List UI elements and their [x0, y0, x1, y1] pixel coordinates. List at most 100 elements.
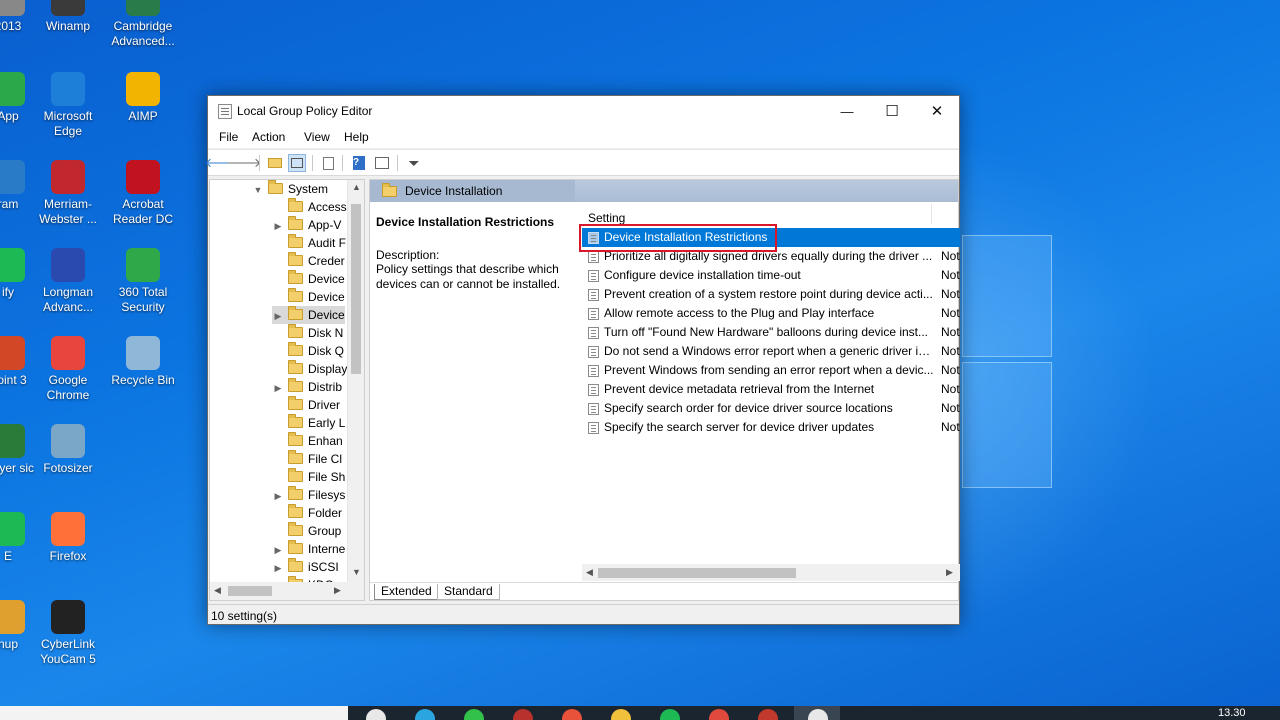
help-icon[interactable]: ? [350, 154, 368, 172]
folder-icon [288, 324, 303, 338]
setting-row[interactable]: Allow remote access to the Plug and Play… [582, 304, 960, 323]
setting-row[interactable]: Specify the search server for device dri… [582, 418, 960, 437]
menu-view[interactable]: View [304, 130, 330, 144]
desktop-icon[interactable]: 360 Total Security [105, 248, 181, 315]
close-button[interactable]: ✕ [914, 96, 960, 126]
tree-node-system[interactable]: ▼ System [252, 180, 328, 198]
expand-arrow-icon[interactable]: ▶ [272, 307, 284, 325]
scroll-right-arrow-icon[interactable]: ▶ [334, 585, 341, 596]
folder-icon [288, 504, 303, 518]
expand-arrow-icon[interactable]: ▶ [272, 559, 284, 577]
tree-node[interactable]: ▶ Interne [272, 540, 345, 558]
menu-file[interactable]: File [219, 130, 238, 144]
desktop-icon[interactable]: Merriam-Webster ... [30, 160, 106, 227]
desktop-icon[interactable]: Cambridge Advanced... [105, 0, 181, 49]
scroll-down-arrow-icon[interactable]: ▼ [352, 567, 361, 577]
tab-standard[interactable]: Standard [437, 584, 500, 600]
menu-help[interactable]: Help [344, 130, 369, 144]
minimize-button[interactable]: — [824, 96, 870, 126]
tree-vertical-scrollbar[interactable]: ▲ ▼ [347, 180, 364, 582]
tree-node[interactable]: Audit F [272, 234, 346, 252]
setting-row[interactable]: Prevent creation of a system restore poi… [582, 285, 960, 304]
tree-vertical-scroll-thumb[interactable] [351, 204, 361, 374]
tree-node[interactable]: File Cl [272, 450, 342, 468]
tree-node[interactable]: Creder [272, 252, 345, 270]
tree-horizontal-scroll-thumb[interactable] [228, 586, 272, 596]
setting-row[interactable]: Prevent Windows from sending an error re… [582, 361, 960, 380]
desktop-icon[interactable]: Firefox [30, 512, 106, 564]
title-bar[interactable]: Local Group Policy Editor — ☐ ✕ [208, 96, 959, 126]
tree-node[interactable]: ▶ iSCSI [272, 558, 339, 576]
forward-arrow-icon[interactable]: 🡒 [227, 154, 262, 172]
tree-node[interactable]: ▶ App-V [272, 216, 341, 234]
setting-name: Prevent creation of a system restore poi… [604, 287, 933, 301]
tree-node-label: Folder [308, 506, 343, 520]
desktop-icon[interactable]: Recycle Bin [105, 336, 181, 388]
tree-node[interactable]: Folder [272, 504, 342, 522]
desktop-icon[interactable]: AIMP [105, 72, 181, 124]
status-bar: 10 setting(s) [208, 604, 959, 624]
tree-node-label: Disk Q [308, 344, 344, 358]
tree-horizontal-scrollbar[interactable]: ◀ ▶ [210, 582, 364, 600]
tab-extended[interactable]: Extended [374, 584, 439, 600]
desktop-icon[interactable]: Winamp [30, 0, 106, 34]
column-separator[interactable] [931, 204, 932, 224]
tree-node[interactable]: ▶ Filesys [272, 486, 345, 504]
setting-row[interactable]: Configure device installation time-out No… [582, 266, 960, 285]
tree-node[interactable]: Device [272, 270, 345, 288]
tree-node[interactable]: ▶ Distrib [272, 378, 342, 396]
list-horizontal-scrollbar[interactable]: ◀ ▶ [582, 564, 960, 581]
setting-row[interactable]: Specify search order for device driver s… [582, 399, 960, 418]
tree-node[interactable]: Early L [272, 414, 345, 432]
wallpaper-logo-pane [962, 362, 1052, 488]
setting-name: Specify search order for device driver s… [604, 401, 893, 415]
desktop-icon[interactable]: Fotosizer [30, 424, 106, 476]
menu-action[interactable]: Action [252, 130, 285, 144]
collapse-arrow-icon[interactable]: ▼ [252, 181, 264, 199]
scroll-right-arrow-icon[interactable]: ▶ [946, 567, 953, 578]
scroll-left-arrow-icon[interactable]: ◀ [586, 567, 593, 578]
scroll-left-arrow-icon[interactable]: ◀ [214, 585, 221, 596]
filter-icon[interactable]: ⏷ [405, 154, 423, 172]
setting-row[interactable]: Do not send a Windows error report when … [582, 342, 960, 361]
expand-arrow-icon[interactable]: ▶ [272, 217, 284, 235]
desktop-icon[interactable]: Microsoft Edge [30, 72, 106, 139]
tree-node-label: Access [308, 200, 347, 214]
tree-node[interactable]: Driver [272, 396, 340, 414]
expand-arrow-icon[interactable]: ▶ [272, 487, 284, 505]
tree-node[interactable]: Access [272, 198, 347, 216]
policy-setting-icon [588, 251, 599, 263]
desktop-icon-label: Longman Advanc... [42, 285, 94, 314]
tree-node[interactable]: Group [272, 522, 341, 540]
up-folder-icon[interactable] [266, 154, 284, 172]
desktop-icon[interactable]: Acrobat Reader DC [105, 160, 181, 227]
tree-node[interactable]: Device [272, 288, 345, 306]
taskbar-clock[interactable]: 13.30 [1218, 707, 1246, 719]
expand-arrow-icon[interactable]: ▶ [272, 541, 284, 559]
tree-node[interactable]: Disk N [272, 324, 343, 342]
desktop-icon[interactable]: CyberLink YouCam 5 [30, 600, 106, 667]
column-header-setting[interactable]: Setting [588, 211, 625, 225]
tree-node[interactable]: Disk Q [272, 342, 344, 360]
tree-node[interactable]: Display [272, 360, 347, 378]
tree-node[interactable]: Enhan [272, 432, 343, 450]
maximize-button[interactable]: ☐ [869, 96, 915, 126]
tree-node[interactable]: ▶ Device [272, 306, 345, 324]
generic-icon [0, 0, 25, 16]
taskbar-search-box[interactable] [0, 706, 348, 720]
setting-row[interactable]: Turn off "Found New Hardware" balloons d… [582, 323, 960, 342]
setting-state: Not [941, 268, 960, 282]
show-hide-tree-icon[interactable] [288, 154, 306, 172]
tree-node-label: System [288, 182, 329, 196]
folder-icon [288, 360, 303, 374]
export-list-icon[interactable] [319, 154, 337, 172]
desktop-icon[interactable]: Longman Advanc... [30, 248, 106, 315]
scroll-up-arrow-icon[interactable]: ▲ [352, 182, 361, 192]
desktop-icon[interactable]: Google Chrome [30, 336, 106, 403]
tree-node[interactable]: File Sh [272, 468, 345, 486]
list-horizontal-scroll-thumb[interactable] [598, 568, 796, 578]
expand-arrow-icon[interactable]: ▶ [272, 379, 284, 397]
setting-row[interactable]: Prevent device metadata retrieval from t… [582, 380, 960, 399]
properties-view-icon[interactable] [373, 154, 391, 172]
folder-icon [288, 306, 303, 320]
